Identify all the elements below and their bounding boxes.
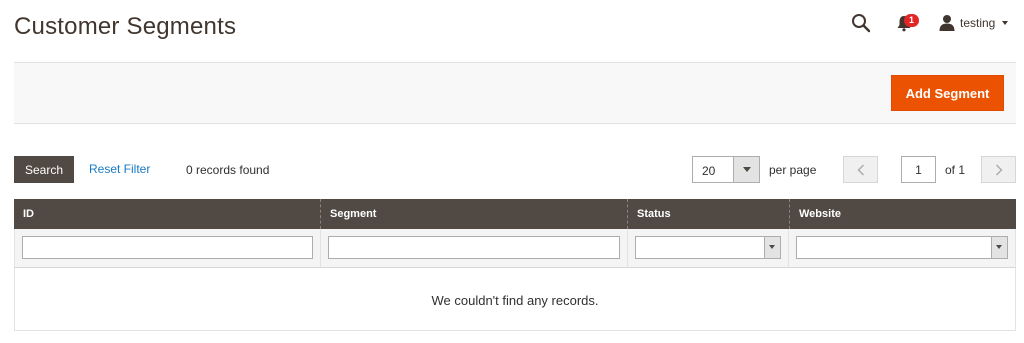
chevron-down-icon bbox=[995, 245, 1002, 249]
filter-row bbox=[14, 229, 1016, 267]
column-header-segment[interactable]: Segment bbox=[321, 199, 628, 229]
reset-filter-link[interactable]: Reset Filter bbox=[89, 162, 150, 176]
page-title: Customer Segments bbox=[14, 13, 237, 40]
website-filter-select[interactable] bbox=[796, 236, 1008, 259]
per-page-label: per page bbox=[769, 163, 817, 177]
page-total: of 1 bbox=[945, 163, 966, 177]
column-header-id[interactable]: ID bbox=[14, 199, 321, 229]
empty-message: We couldn't find any records. bbox=[14, 267, 1016, 331]
chevron-left-icon bbox=[857, 164, 865, 176]
segment-filter-input[interactable] bbox=[328, 236, 620, 259]
chevron-down-icon bbox=[743, 167, 751, 172]
search-button[interactable]: Search bbox=[14, 156, 74, 183]
username: testing bbox=[960, 15, 996, 30]
search-icon[interactable] bbox=[851, 13, 871, 33]
id-filter-input[interactable] bbox=[22, 236, 314, 259]
next-page-button[interactable] bbox=[981, 156, 1016, 183]
status-filter-select[interactable] bbox=[634, 236, 782, 259]
column-header-website[interactable]: Website bbox=[790, 199, 1016, 229]
per-page-dropdown-toggle[interactable] bbox=[733, 157, 759, 182]
user-icon bbox=[939, 14, 955, 31]
per-page-select[interactable]: 20 bbox=[692, 156, 760, 183]
user-menu[interactable]: testing bbox=[939, 14, 1009, 31]
page-number-input[interactable] bbox=[901, 156, 936, 183]
add-segment-button[interactable]: Add Segment bbox=[891, 75, 1004, 111]
chevron-down-icon bbox=[769, 245, 776, 249]
column-header-status[interactable]: Status bbox=[628, 199, 790, 229]
notification-badge[interactable]: 1 bbox=[904, 14, 919, 27]
chevron-right-icon bbox=[995, 164, 1003, 176]
chevron-down-icon bbox=[1002, 21, 1009, 25]
segments-grid: ID Segment Status Website We couldn't fi… bbox=[14, 199, 1016, 331]
per-page-value: 20 bbox=[702, 164, 716, 178]
records-count: 0 records found bbox=[186, 163, 270, 177]
grid-header: ID Segment Status Website bbox=[14, 199, 1016, 229]
page-actions-bar bbox=[14, 62, 1016, 124]
previous-page-button[interactable] bbox=[843, 156, 878, 183]
